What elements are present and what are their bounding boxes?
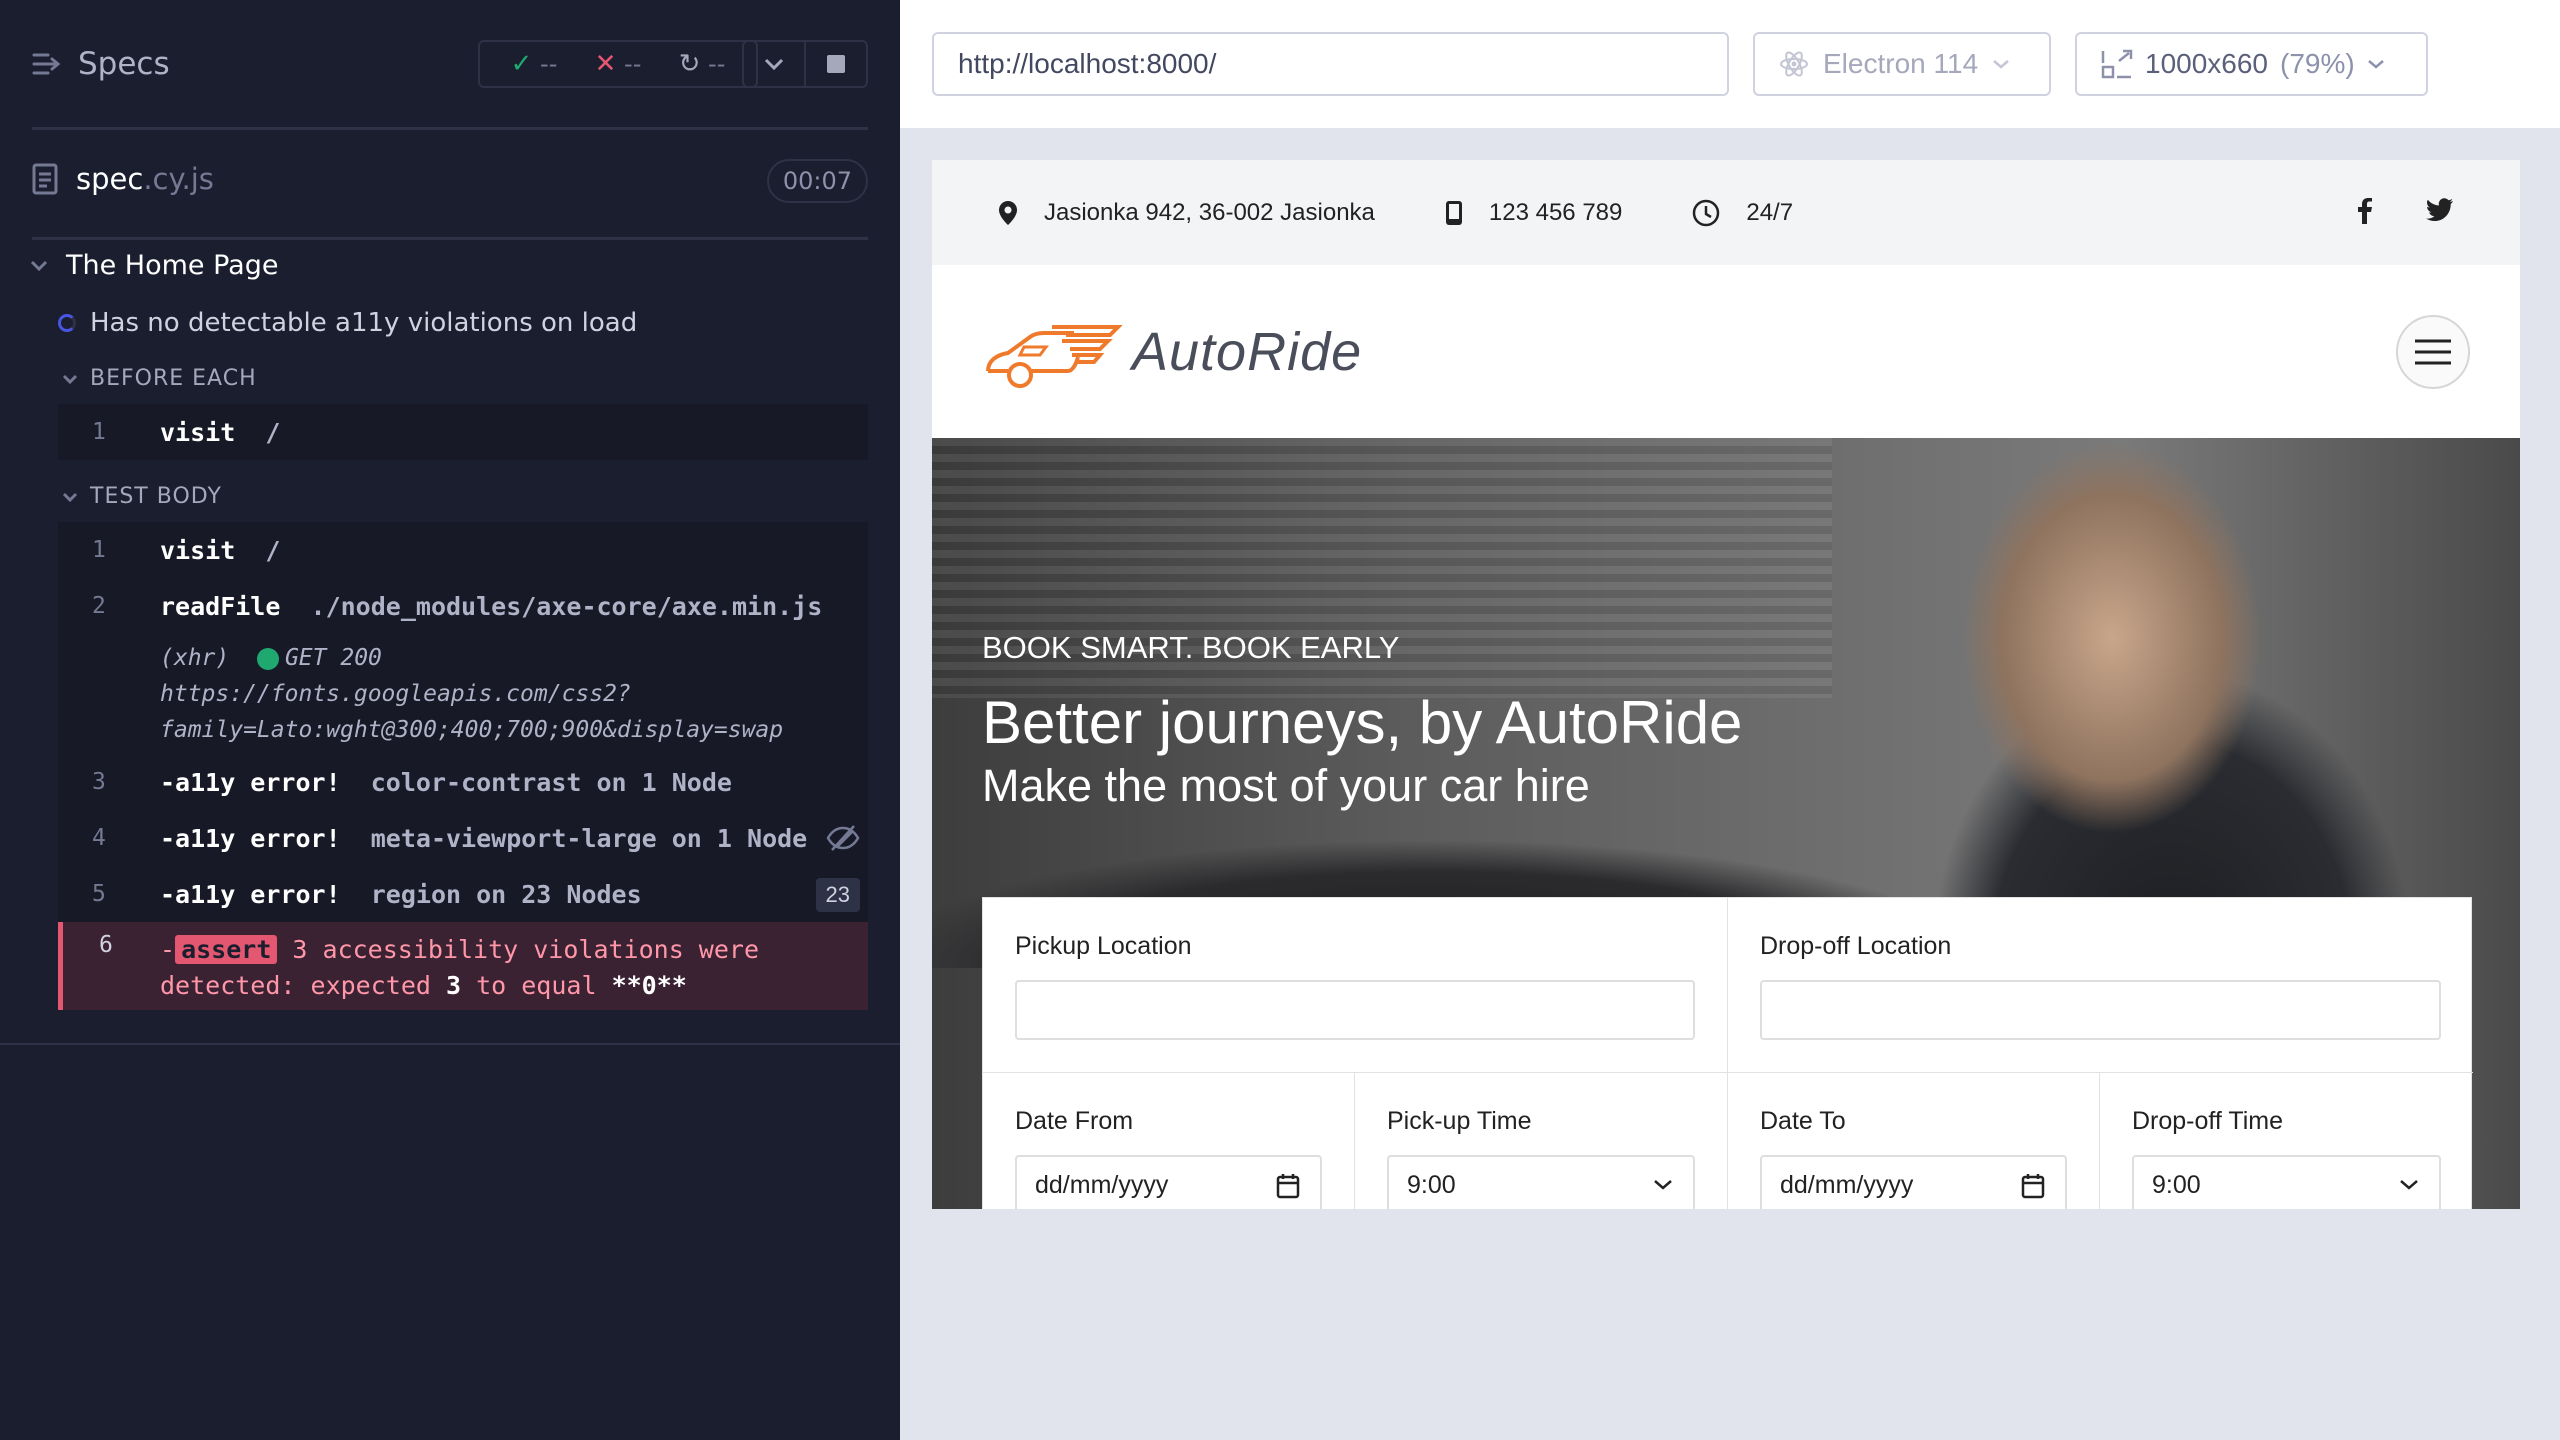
spec-file-name[interactable]: spec.cy.js: [32, 162, 214, 196]
check-icon: ✓: [510, 49, 533, 79]
hours-item: 24/7: [1692, 199, 1793, 227]
site-topbar: Jasionka 942, 36-002 Jasionka 123 456 78…: [932, 160, 2520, 265]
pickup-location-field: Pickup Location: [983, 898, 1728, 1073]
calendar-icon[interactable]: [1276, 1173, 1300, 1199]
pickup-time-field: Pick-up Time 9:00: [1355, 1073, 1728, 1209]
aut-iframe: Jasionka 942, 36-002 Jasionka 123 456 78…: [932, 160, 2520, 1209]
aut-panel: http://localhost:8000/ Electron 114 1000…: [900, 0, 2560, 1440]
specs-toggle[interactable]: Specs: [32, 46, 170, 82]
stop-icon: [827, 55, 845, 73]
aut-toolbar: http://localhost:8000/ Electron 114 1000…: [900, 0, 2560, 128]
command-row[interactable]: 4 -a11y error! meta-viewport-large on 1 …: [58, 810, 868, 866]
chevron-down-icon: [30, 260, 48, 271]
suite-title[interactable]: The Home Page: [30, 250, 278, 281]
divider: [0, 1043, 900, 1045]
viewport-size-icon: [2101, 49, 2133, 79]
assert-tag: assert: [175, 935, 278, 964]
command-row[interactable]: 1 visit /: [58, 404, 868, 460]
hamburger-menu-button[interactable]: [2396, 315, 2470, 389]
command-row[interactable]: 3 -a11y error! color-contrast on 1 Node: [58, 754, 868, 810]
stop-button[interactable]: [806, 42, 866, 86]
run-controls: [742, 40, 868, 88]
before-each-commands: 1 visit /: [58, 404, 868, 460]
xhr-log-row[interactable]: (xhr) GET 200 https://fonts.googleapis.c…: [58, 634, 868, 754]
pickup-time-select[interactable]: 9:00: [1387, 1155, 1695, 1209]
date-from-field: Date From dd/mm/yyyy: [983, 1073, 1355, 1209]
hero-subtitle: Make the most of your car hire: [982, 760, 1590, 811]
reporter-header: Specs ✓ -- ✕ -- ↻ --: [32, 0, 868, 130]
pickup-location-input[interactable]: [1015, 980, 1695, 1040]
chevron-down-icon: [764, 58, 784, 70]
test-title[interactable]: Has no detectable a11y violations on loa…: [58, 308, 637, 338]
date-to-field: Date To dd/mm/yyyy: [1728, 1073, 2100, 1209]
eye-slash-icon: [826, 825, 860, 851]
viewport-select[interactable]: 1000x660 (79%): [2075, 32, 2428, 96]
chevron-down-icon: [2400, 1180, 2418, 1190]
dropoff-time-field: Drop-off Time 9:00: [2100, 1073, 2473, 1209]
chevron-down-icon: [1993, 60, 2009, 69]
spec-duration: 00:07: [766, 159, 868, 203]
document-icon: [32, 163, 58, 195]
status-success-icon: [256, 647, 279, 670]
command-row[interactable]: 5 -a11y error! region on 23 Nodes 23: [58, 866, 868, 922]
phone-item: 123 456 789: [1445, 199, 1622, 227]
command-row[interactable]: 2 readFile ./node_modules/axe-core/axe.m…: [58, 578, 868, 634]
specs-list-icon: [32, 53, 61, 75]
phone-icon: [1445, 200, 1462, 225]
url-bar[interactable]: http://localhost:8000/: [932, 32, 1729, 96]
calendar-icon[interactable]: [2021, 1173, 2045, 1199]
hero-kicker: BOOK SMART. BOOK EARLY: [982, 630, 1400, 665]
test-body-label[interactable]: TEST BODY: [62, 484, 222, 509]
browser-select[interactable]: Electron 114: [1753, 32, 2051, 96]
spec-file-row: spec.cy.js 00:07: [32, 130, 868, 240]
hero-title: Better journeys, by AutoRide: [982, 689, 1743, 756]
booking-form: Pickup Location Drop-off Location Date F…: [982, 897, 2473, 1209]
test-stats: ✓ -- ✕ -- ↻ --: [478, 40, 758, 88]
social-links: [2358, 198, 2454, 224]
pending-icon: ↻: [678, 49, 701, 79]
running-spinner-icon: [58, 314, 76, 332]
dropoff-location-field: Drop-off Location: [1728, 898, 2473, 1073]
twitter-icon[interactable]: [2426, 198, 2454, 222]
dropoff-time-select[interactable]: 9:00: [2132, 1155, 2441, 1209]
site-logo[interactable]: AutoRide: [982, 313, 1362, 391]
chevron-down-icon: [62, 374, 78, 384]
passed-stat: ✓ --: [510, 49, 558, 79]
date-to-input[interactable]: dd/mm/yyyy: [1760, 1155, 2067, 1209]
failed-stat: ✕ --: [594, 49, 642, 79]
x-icon: ✕: [594, 49, 617, 79]
reporter-panel: Specs ✓ -- ✕ -- ↻ -- spec.cy.js 00:07 Th…: [0, 0, 900, 1440]
car-wing-logo-icon: [986, 325, 1122, 388]
count-badge: 23: [815, 878, 860, 912]
chevron-down-icon: [2367, 60, 2384, 69]
chevron-down-icon: [62, 492, 78, 502]
date-from-input[interactable]: dd/mm/yyyy: [1015, 1155, 1322, 1209]
specs-title: Specs: [78, 46, 170, 82]
before-each-hook-label[interactable]: BEFORE EACH: [62, 366, 257, 391]
command-row[interactable]: 1 visit /: [58, 522, 868, 578]
chevron-down-icon: [1654, 1180, 1672, 1190]
logo-text: AutoRide: [1132, 322, 1363, 382]
hamburger-icon: [2415, 339, 2451, 365]
electron-icon: [1780, 51, 1808, 77]
address-item: Jasionka 942, 36-002 Jasionka: [998, 199, 1375, 227]
failed-assertion-row[interactable]: 6 - assert 3 accessibility violations wer…: [58, 922, 868, 1010]
site-navbar: AutoRide: [932, 265, 2520, 438]
dropoff-location-input[interactable]: [1760, 980, 2441, 1040]
clock-icon: [1693, 199, 1720, 226]
pending-stat: ↻ --: [678, 49, 726, 79]
test-body-commands: 1 visit / 2 readFile ./node_modules/axe-…: [58, 522, 868, 1010]
location-pin-icon: [999, 200, 1017, 225]
facebook-icon[interactable]: [2358, 198, 2372, 224]
expand-collapse-button[interactable]: [744, 42, 806, 86]
